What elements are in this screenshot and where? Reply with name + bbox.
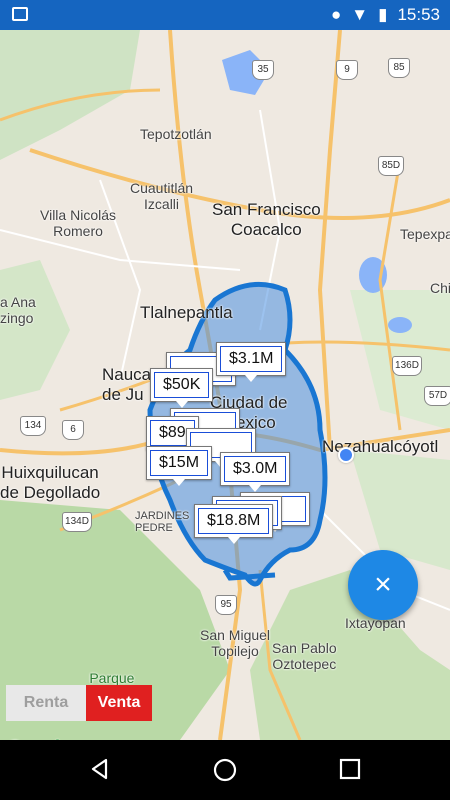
- map-view[interactable]: Tepotzotlán Cuautitlán Izcalli Villa Nic…: [0, 30, 450, 740]
- price-marker[interactable]: $50K: [150, 368, 214, 408]
- map-label-ana: a Ana zingo: [0, 294, 36, 326]
- map-label-tepotzotlan: Tepotzotlán: [140, 126, 212, 142]
- back-icon[interactable]: [88, 757, 112, 781]
- highway-shield: 9: [336, 60, 358, 80]
- map-label-jardines: JARDINES PEDRE: [135, 510, 190, 534]
- status-bar: ● ▼ ▮ 15:53: [0, 0, 450, 30]
- price-marker[interactable]: $3.0M: [220, 452, 291, 492]
- home-icon[interactable]: [212, 757, 238, 783]
- recents-icon[interactable]: [338, 757, 362, 781]
- close-fab-button[interactable]: ×: [348, 550, 418, 620]
- android-nav-bar: [0, 740, 450, 800]
- location-icon: ●: [330, 5, 342, 24]
- price-marker[interactable]: $18.8M: [194, 504, 274, 544]
- listing-type-toggle: Renta Venta: [6, 685, 152, 721]
- battery-icon: ▮: [378, 5, 388, 24]
- close-icon: ×: [374, 568, 392, 601]
- price-marker[interactable]: $3.1M: [216, 342, 287, 382]
- map-label-tepexpan: Tepexpa: [400, 226, 450, 242]
- image-icon: [12, 7, 28, 21]
- status-icons: ● ▼ ▮ 15:53: [331, 0, 440, 30]
- highway-shield: 134D: [62, 512, 92, 532]
- highway-shield: 136D: [392, 356, 422, 376]
- status-time: 15:53: [397, 5, 440, 24]
- map-label-huixquilucan: Huixquilucan de Degollado: [0, 463, 101, 502]
- map-label-san-pablo: San Pablo Oztotepec: [272, 640, 337, 672]
- map-label-villa-nicolas: Villa Nicolás Romero: [40, 207, 116, 239]
- map-label-naucalpan: Nauca de Ju: [102, 365, 152, 404]
- map-label-san-francisco: San Francisco Coacalco: [212, 200, 321, 239]
- highway-shield: 35: [252, 60, 274, 80]
- map-label-tlalnepantla: Tlalnepantla: [140, 303, 233, 322]
- current-location-dot: [338, 447, 354, 463]
- wifi-icon: ▼: [351, 5, 369, 24]
- price-marker[interactable]: $15M: [146, 446, 213, 486]
- highway-shield: 85D: [378, 156, 404, 176]
- highway-shield: 134: [20, 416, 46, 436]
- venta-button[interactable]: Venta: [86, 685, 152, 721]
- highway-shield: 57D: [424, 386, 450, 406]
- map-label-cuautitlan: Cuautitlán Izcalli: [130, 180, 194, 212]
- map-label-chi: Chi: [430, 280, 450, 296]
- highway-shield: 95: [215, 595, 237, 615]
- highway-shield: 6: [62, 420, 84, 440]
- highway-shield: 85: [388, 58, 410, 78]
- renta-button[interactable]: Renta: [6, 685, 86, 721]
- map-label-san-miguel: San Miguel Topilejo: [200, 627, 271, 659]
